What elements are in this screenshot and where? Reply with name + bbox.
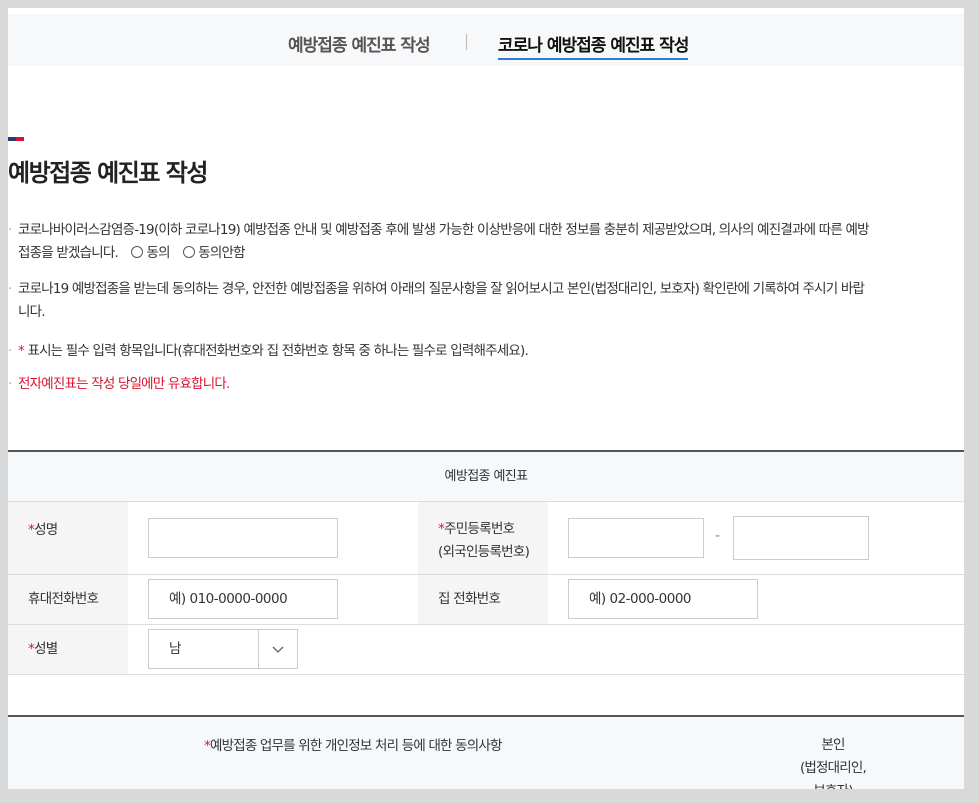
notice-text: 코로나바이러스감염증-19(이하 코로나19) 예방접종 안내 및 예방접종 후… xyxy=(18,222,869,238)
rrn-front-input[interactable] xyxy=(568,518,704,558)
notice-item-validity: · 전자예진표는 작성 당일에만 유효합니다. xyxy=(8,376,230,392)
form-row-gender: *성별 남 xyxy=(8,625,964,675)
name-label: *성명 xyxy=(8,502,128,574)
title-accent-bar xyxy=(8,137,24,141)
mobile-input[interactable]: 예) 010-0000-0000 xyxy=(148,579,338,619)
disagree-radio[interactable] xyxy=(183,246,196,258)
form-row-name-rrn: *성명 *주민등록번호 (외국인등록번호) - xyxy=(8,502,964,575)
page-title: 예방접종 예진표 작성 xyxy=(8,159,208,187)
notice-item-consent: · 코로나바이러스감염증-19(이하 코로나19) 예방접종 안내 및 예방접종… xyxy=(8,219,960,265)
tab-covid-vaccination-form[interactable]: 코로나 예방접종 예진표 작성 xyxy=(498,31,689,60)
rrn-label: *주민등록번호 (외국인등록번호) xyxy=(418,502,548,574)
consent-title: *예방접종 업무를 위한 개인정보 처리 등에 대한 동의사항 xyxy=(204,738,502,754)
tab-bar: 예방접종 예진표 작성 코로나 예방접종 예진표 작성 xyxy=(8,14,964,66)
gender-label: *성별 xyxy=(8,625,128,674)
notice-text: 코로나19 예방접종을 받는데 동의하는 경우, 안전한 예방접종을 위하여 아… xyxy=(18,281,865,297)
home-phone-input[interactable]: 예) 02-000-0000 xyxy=(568,579,758,619)
vaccination-form: 예방접종 예진표 *성명 *주민등록번호 (외국인등록번호) - 휴대전화번호 예… xyxy=(8,450,964,675)
notice-item-instructions: · 코로나19 예방접종을 받는데 동의하는 경우, 안전한 예방접종을 위하여… xyxy=(8,278,960,324)
rrn-back-input[interactable] xyxy=(733,516,869,560)
notice-item-required: · * 표시는 필수 입력 항목입니다(휴대전화번호와 집 전화번호 항목 중 … xyxy=(8,343,529,359)
form-row-phones: 휴대전화번호 예) 010-0000-0000 집 전화번호 예) 02-000… xyxy=(8,575,964,625)
chevron-down-icon xyxy=(258,630,297,668)
gender-value: 남 xyxy=(169,641,181,657)
rrn-dash: - xyxy=(715,528,721,544)
consent-section: *예방접종 업무를 위한 개인정보 처리 등에 대한 동의사항 본인 (법정대리… xyxy=(8,715,964,789)
mobile-label: 휴대전화번호 xyxy=(8,575,128,624)
notice-text: 니다. xyxy=(18,304,46,320)
form-header: 예방접종 예진표 xyxy=(8,450,964,502)
tab-divider xyxy=(466,34,467,50)
consent-signer-header: 본인 (법정대리인, 보호자) xyxy=(799,737,867,789)
notice-text: 접종을 받겠습니다. xyxy=(18,245,119,261)
page: 예방접종 예진표 작성 코로나 예방접종 예진표 작성 예방접종 예진표 작성 … xyxy=(8,8,964,789)
name-input[interactable] xyxy=(148,518,338,558)
validity-notice: 전자예진표는 작성 당일에만 유효합니다. xyxy=(18,376,230,392)
gender-select[interactable]: 남 xyxy=(148,629,298,669)
disagree-label[interactable]: 동의안함 xyxy=(198,245,245,261)
home-phone-label: 집 전화번호 xyxy=(418,575,548,624)
agree-radio[interactable] xyxy=(131,246,144,258)
agree-label[interactable]: 동의 xyxy=(146,245,170,261)
tab-vaccination-form[interactable]: 예방접종 예진표 작성 xyxy=(288,31,431,56)
notice-text: 표시는 필수 입력 항목입니다(휴대전화번호와 집 전화번호 항목 중 하나는 … xyxy=(23,343,528,359)
